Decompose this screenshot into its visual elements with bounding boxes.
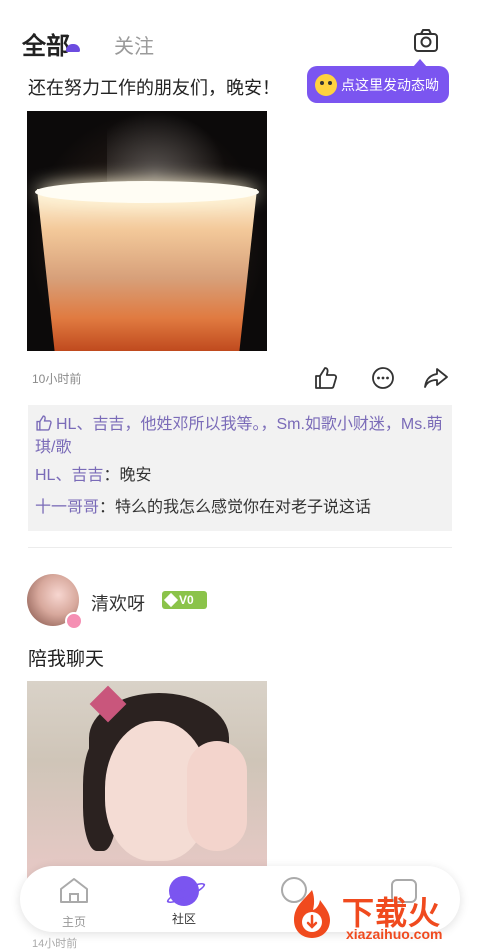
share-icon[interactable]: [423, 365, 449, 391]
tab-all[interactable]: 全部: [22, 26, 70, 61]
diamond-icon: [163, 592, 179, 608]
comment-author[interactable]: HL、吉吉: [35, 467, 103, 484]
home-icon: [60, 878, 88, 903]
hand-shape: [187, 741, 247, 851]
likes-names[interactable]: HL、吉吉，他姓邓所以我等。，Sm.如歌小财迷，Ms.萌琪/歌: [35, 416, 443, 456]
thumb-up-icon: [36, 415, 52, 431]
post-text: 还在努力工作的朋友们，晚安！: [28, 78, 280, 98]
post-tip-text: 点这里发动态呦: [341, 76, 439, 93]
flame-logo-icon: [294, 890, 330, 938]
post-image[interactable]: [27, 111, 267, 351]
nav-community-label: 社区: [171, 912, 196, 926]
post-time: 10小时前: [32, 372, 82, 386]
post-text: 陪我聊天: [28, 649, 105, 670]
top-bar: 全部 关注: [0, 0, 480, 72]
vip-badge: V0: [162, 591, 207, 609]
post-divider: [28, 547, 452, 548]
cup-rim-shape: [35, 181, 259, 203]
nav-community[interactable]: 社区: [154, 876, 214, 927]
post-tip-bubble[interactable]: 点这里发动态呦: [307, 59, 449, 103]
nav-home[interactable]: 主页: [44, 876, 104, 930]
post-image[interactable]: [27, 681, 267, 881]
like-icon[interactable]: [313, 365, 339, 391]
post-time: 14小时前: [32, 938, 78, 950]
steam-shape: [107, 111, 227, 191]
comment-text: 特么的我怎么感觉你在对老子说这话: [115, 499, 372, 516]
comment-author[interactable]: 十一哥哥: [35, 499, 99, 516]
vip-level: V0: [179, 593, 194, 607]
nav-home-label: 主页: [61, 915, 86, 929]
cup-shape: [37, 189, 257, 351]
location-badge-icon: [65, 612, 83, 630]
comment-item[interactable]: 十一哥哥：特么的我怎么感觉你在对老子说这话: [35, 497, 371, 519]
watermark-url: xiazaihuo.com: [346, 926, 443, 942]
username[interactable]: 清欢呀: [91, 590, 145, 616]
comment-icon[interactable]: [370, 365, 396, 391]
emoji-icon: [315, 73, 337, 96]
comment-text: 晚安: [119, 467, 152, 484]
likes-line: HL、吉吉，他姓邓所以我等。，Sm.如歌小财迷，Ms.萌琪/歌: [35, 413, 445, 459]
tab-follow[interactable]: 关注: [114, 30, 154, 59]
comment-section: HL、吉吉，他姓邓所以我等。，Sm.如歌小财迷，Ms.萌琪/歌 HL、吉吉：晚安…: [28, 405, 452, 531]
comment-item[interactable]: HL、吉吉：晚安: [35, 465, 152, 487]
planet-icon: [169, 876, 199, 906]
tab-active-indicator: [66, 44, 80, 52]
watermark: 下载火 xiazaihuo.com: [280, 882, 480, 948]
camera-icon[interactable]: [413, 28, 439, 54]
